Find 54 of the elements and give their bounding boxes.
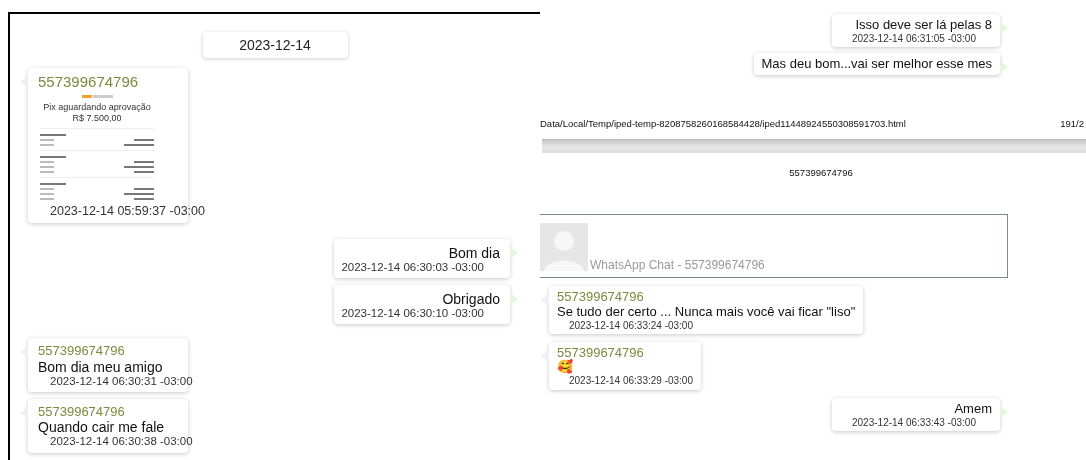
blurred-text-line [134, 170, 154, 173]
blurred-text-line [40, 170, 54, 173]
message-text: Obrigado [442, 290, 500, 308]
logo-drawing [81, 94, 113, 99]
blurred-text-line [40, 197, 54, 200]
message-text: Quando cair me fale [38, 419, 165, 436]
receipt-title: Pix aguardando aprovação [42, 102, 152, 113]
blurred-text-line [40, 165, 54, 168]
blurred-text-line [124, 143, 154, 146]
receipt-amount: R$ 7.500,00 [71, 114, 123, 125]
blurred-text-line [40, 143, 54, 146]
blurred-text-line [134, 138, 154, 141]
chat-header-title: WhatsApp Chat - 557399674796 [590, 259, 765, 272]
blurred-text-line [40, 182, 66, 185]
chat-title: 557399674796 [789, 167, 853, 179]
blurred-text-line [40, 160, 54, 163]
bubble-tail [1000, 405, 1008, 418]
bubble-tail [1000, 61, 1008, 74]
bubble-tail [1000, 22, 1008, 34]
message-time: 2023-12-14 06:30:38 -03:00 [49, 435, 193, 449]
sender-name: 557399674796 [557, 290, 644, 305]
sender-name: 557399674796 [38, 74, 139, 91]
message-time: 2023-12-14 06:30:10 -03:00 [340, 307, 485, 321]
message-text: Se tudo der certo ... Nunca mais você vai ficar "liso" [557, 304, 856, 320]
file-path: Data/Local/Temp/iped-temp-8208758260168584428/iped11448924550308591703.html [540, 117, 906, 129]
message-time: 2023-12-14 06:33:24 -03:00 [568, 319, 693, 332]
message-time: 2023-12-14 05:59:37 -03:00 [49, 204, 205, 219]
sender-name: 557399674796 [38, 404, 125, 420]
bubble-tail [510, 246, 518, 259]
blurred-text-line [124, 192, 154, 195]
horizontal-scrollbar[interactable] [542, 139, 1086, 154]
blurred-text-line [134, 197, 154, 200]
message-text: Bom dia [448, 244, 500, 261]
message-text: Bom dia meu amigo [38, 358, 163, 375]
blurred-text-line [40, 192, 54, 195]
blurred-text-line [134, 187, 154, 190]
blurred-text-line [40, 155, 66, 158]
message-time: 2023-12-14 06:30:31 -03:00 [49, 374, 193, 388]
message-text: Isso deve ser lá pelas 8 [855, 18, 992, 33]
message-text: 🥰 [557, 360, 573, 376]
blurred-text-line [40, 138, 54, 141]
page-count: 191/2 [1060, 117, 1084, 129]
blurred-text-line [40, 187, 54, 190]
message-time: 2023-12-14 06:30:03 -03:00 [340, 260, 485, 274]
message-time: 2023-12-14 06:33:29 -03:00 [568, 375, 693, 387]
blurred-text-line [124, 165, 154, 168]
bubble-tail [510, 292, 518, 305]
message-time: 2023-12-14 06:33:43 -03:00 [851, 416, 977, 429]
blurred-text-line [40, 133, 66, 136]
blurred-text-line [134, 160, 154, 163]
message-text: Mas deu bom...vai ser melhor esse mes [761, 57, 992, 73]
sender-name: 557399674796 [38, 344, 125, 359]
message-time: 2023-12-14 06:31:05 -03:00 [851, 32, 977, 45]
message-text: Amem [954, 401, 992, 417]
